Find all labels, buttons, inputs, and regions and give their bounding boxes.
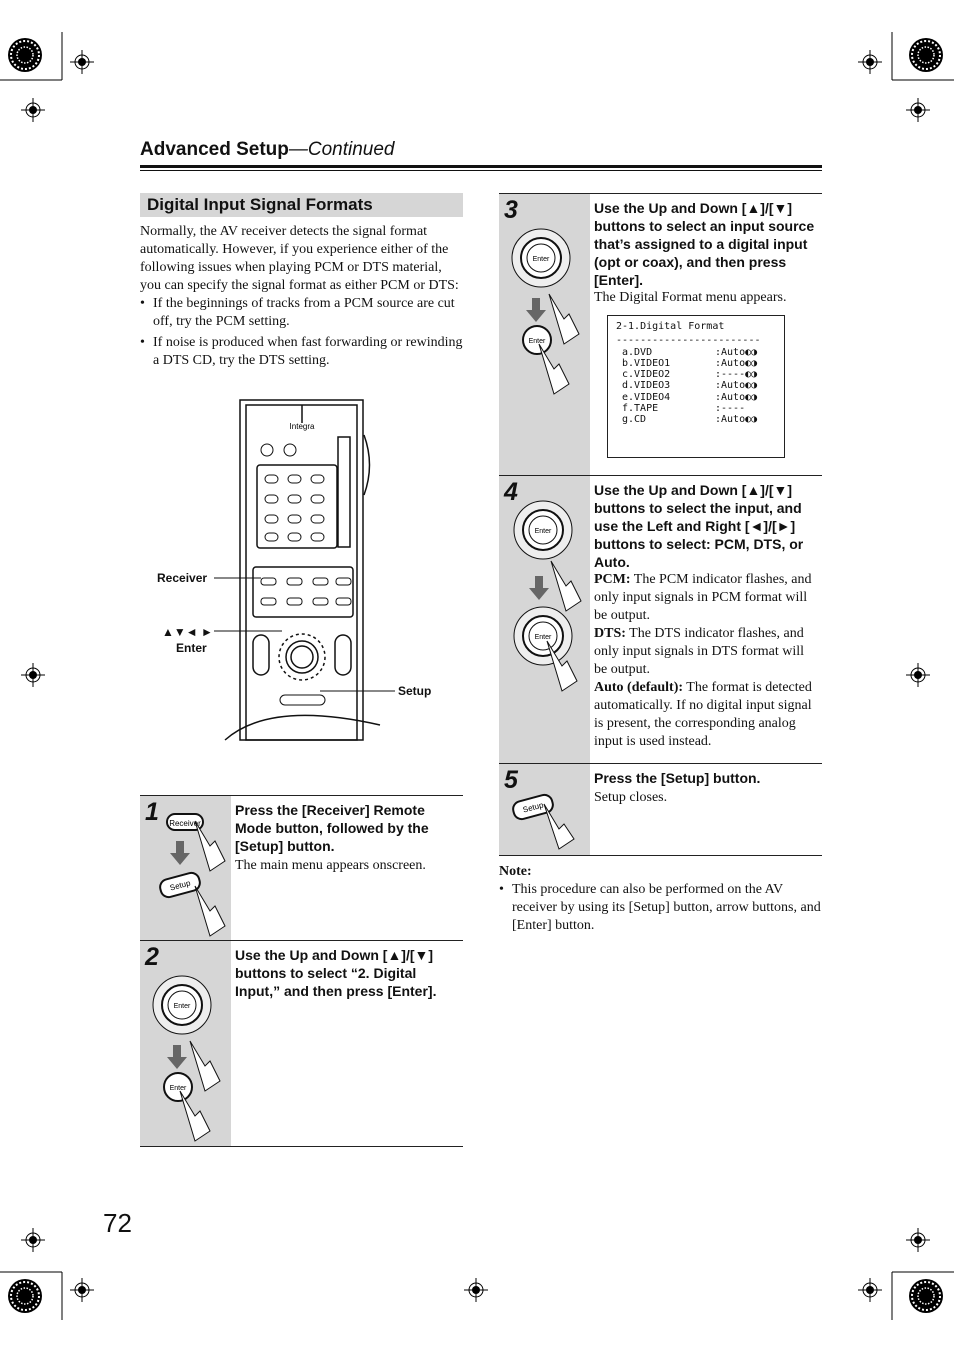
step-instruction: Press the [Setup] button. — [594, 770, 761, 786]
screen-row: c.VIDEO2:----◐◑ — [622, 369, 758, 381]
note-title: Note: — [499, 864, 532, 879]
callout-receiver: Receiver — [157, 571, 208, 585]
step-number: 4 — [504, 478, 518, 506]
step-instruction: Press the [Receiver] Remote Mode button,… — [235, 802, 429, 854]
screen-row: e.VIDEO4:Auto◐◑ — [622, 391, 758, 403]
step-number: 3 — [504, 196, 518, 224]
screen-row: g.CD:Auto◐◑ — [622, 414, 758, 426]
step-4: Enter Enter 4 Use the Up and Down [▲]/[▼]… — [499, 475, 822, 764]
header-continued: —Continued — [288, 139, 395, 160]
step-instruction: Use the Up and Down [▲]/[▼] buttons to s… — [594, 200, 815, 288]
screen-row: f.TAPE:---- — [622, 403, 746, 415]
screen-row: a.DVD:Auto◐◑ — [622, 346, 758, 358]
intro-text: Normally, the AV receiver detects the si… — [140, 224, 459, 293]
step-illustration: Enter Enter — [499, 194, 590, 476]
enter-dial-icon: Enter Enter — [513, 500, 582, 692]
header-title: Advanced Setup — [140, 139, 289, 160]
digital-format-screen: 2-1.Digital Format ---------------------… — [607, 315, 785, 458]
svg-text:Enter: Enter — [535, 634, 552, 641]
section-intro: Normally, the AV receiver detects the si… — [140, 223, 463, 370]
bullet-item: If the beginnings of tracks from a PCM s… — [140, 295, 463, 331]
screen-title: 2-1.Digital Format — [616, 321, 725, 332]
section-title: Digital Input Signal Formats — [140, 193, 463, 217]
svg-text:Enter: Enter — [533, 256, 550, 263]
screen-row: b.VIDEO1:Auto◐◑ — [622, 357, 758, 369]
step-1: Receiver Setup 1 Press the [Receiver] Rem… — [140, 795, 463, 941]
step-number: 5 — [504, 766, 518, 794]
step-detail: The main menu appears onscreen. — [235, 858, 426, 873]
step-2: Enter Enter 2 Use the Up and Down [▲]/[▼]… — [140, 940, 463, 1147]
callout-arrows: ▲▼◄ ► — [162, 625, 213, 639]
note-text: This procedure can also be performed on … — [499, 881, 822, 935]
svg-text:Enter: Enter — [170, 1085, 187, 1092]
page-header: Advanced Setup—Continued — [140, 139, 395, 161]
header-rule-thin — [140, 170, 822, 171]
step-detail: Setup closes. — [594, 790, 668, 805]
option-dts: DTS: The DTS indicator flashes, and only… — [594, 626, 804, 677]
enter-dial-icon: Enter Enter — [511, 228, 580, 395]
bullet-item: If noise is produced when fast forwardin… — [140, 334, 463, 370]
step-instruction: Use the Up and Down [▲]/[▼] buttons to s… — [235, 947, 437, 999]
step-5: Setup 5 Press the [Setup] button. Setup c… — [499, 763, 822, 856]
option-pcm: PCM: The PCM indicator flashes, and only… — [594, 572, 812, 623]
callout-setup: Setup — [398, 684, 432, 698]
step-illustration: Enter Enter — [499, 476, 590, 764]
note: Note: This procedure can also be perform… — [499, 863, 822, 935]
screen-divider: ------------------------ — [616, 335, 761, 347]
svg-text:Enter: Enter — [529, 338, 546, 345]
step-number: 1 — [145, 798, 159, 826]
svg-text:Enter: Enter — [174, 1003, 191, 1010]
page-number: 72 — [103, 1208, 132, 1238]
remote-brand: Integra — [290, 422, 315, 431]
header-rule — [140, 165, 822, 168]
screen-row: d.VIDEO3:Auto◐◑ — [622, 380, 758, 392]
option-auto: Auto (default): The format is detected a… — [594, 680, 812, 749]
svg-text:Enter: Enter — [535, 528, 552, 535]
step-number: 2 — [145, 943, 159, 971]
callout-enter: Enter — [176, 641, 207, 655]
remote-illustration: Integra — [214, 399, 395, 741]
step-instruction: Use the Up and Down [▲]/[▼] buttons to s… — [594, 482, 804, 570]
step-detail: The Digital Format menu appears. — [594, 290, 787, 305]
